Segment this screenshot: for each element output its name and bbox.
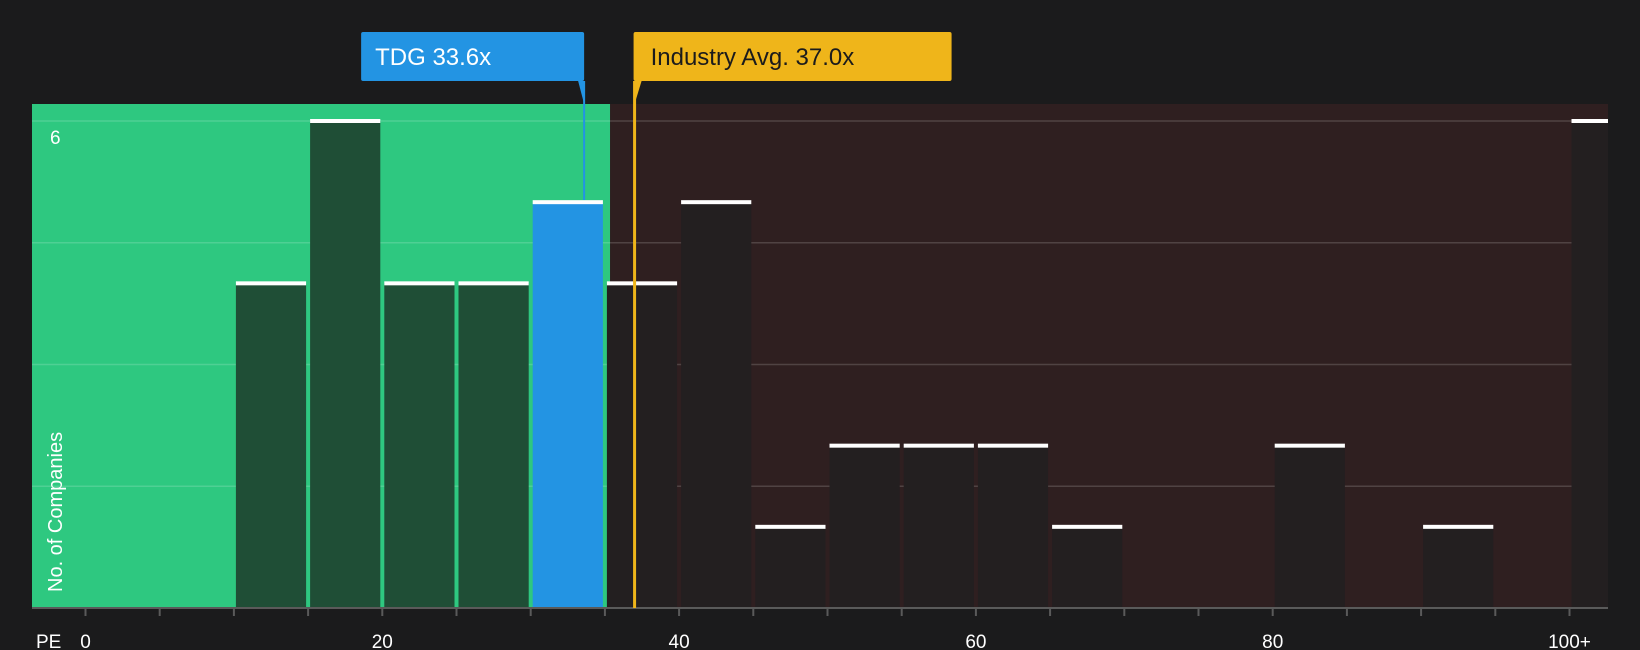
histogram-bar bbox=[755, 526, 826, 608]
histogram-bar bbox=[903, 445, 974, 608]
histogram-bar bbox=[1052, 526, 1123, 608]
bar-cap bbox=[606, 281, 678, 286]
x-tick-label: 0 bbox=[80, 632, 91, 650]
histogram-bar bbox=[1274, 445, 1345, 608]
bar-cap bbox=[977, 443, 1049, 448]
histogram-bar bbox=[532, 202, 603, 608]
x-tick-label: 80 bbox=[1262, 632, 1283, 650]
pe-histogram-chart: 0 20 40 60 80 100+ 6 No. of Companies PE TDG … bbox=[32, 32, 1608, 650]
bar-cap bbox=[1052, 524, 1123, 529]
company-callout: TDG 33.6x bbox=[361, 32, 585, 81]
histogram-bar bbox=[235, 283, 307, 608]
bar-cap bbox=[755, 524, 826, 529]
histogram-bar bbox=[606, 283, 678, 608]
y-axis-title: No. of Companies bbox=[45, 432, 67, 592]
company-pe-label: TDG 33.6x bbox=[375, 44, 491, 71]
histogram-bar bbox=[1571, 121, 1608, 608]
histogram-bar bbox=[384, 283, 455, 608]
y-tick-label: 6 bbox=[50, 128, 61, 149]
bar-cap bbox=[458, 281, 529, 286]
histogram-bar bbox=[681, 202, 752, 608]
bar-cap bbox=[829, 443, 900, 448]
industry-avg-label: Industry Avg. 37.0x bbox=[651, 44, 855, 71]
bar-cap bbox=[1571, 119, 1608, 123]
bar-cap bbox=[384, 281, 455, 286]
bar-cap bbox=[532, 200, 603, 205]
x-tick-label: 40 bbox=[669, 632, 690, 650]
x-axis-title: PE bbox=[36, 632, 61, 650]
x-tick-label: 100+ bbox=[1548, 632, 1591, 650]
bar-cap bbox=[1423, 524, 1494, 529]
histogram-bar bbox=[458, 283, 529, 608]
industry-avg-marker-pointer bbox=[634, 81, 642, 104]
histogram-bar bbox=[310, 121, 381, 608]
bar-cap bbox=[681, 200, 752, 205]
x-tick-label: 60 bbox=[965, 632, 986, 650]
bar-cap bbox=[235, 281, 307, 286]
industry-callout: Industry Avg. 37.0x bbox=[633, 32, 952, 81]
histogram-bar bbox=[829, 445, 900, 608]
bar-cap bbox=[310, 119, 381, 123]
bar-cap bbox=[1274, 443, 1345, 448]
histogram-bar bbox=[977, 445, 1049, 608]
x-tick-label: 20 bbox=[372, 632, 393, 650]
histogram-bar bbox=[1423, 526, 1494, 608]
bar-cap bbox=[903, 443, 974, 448]
